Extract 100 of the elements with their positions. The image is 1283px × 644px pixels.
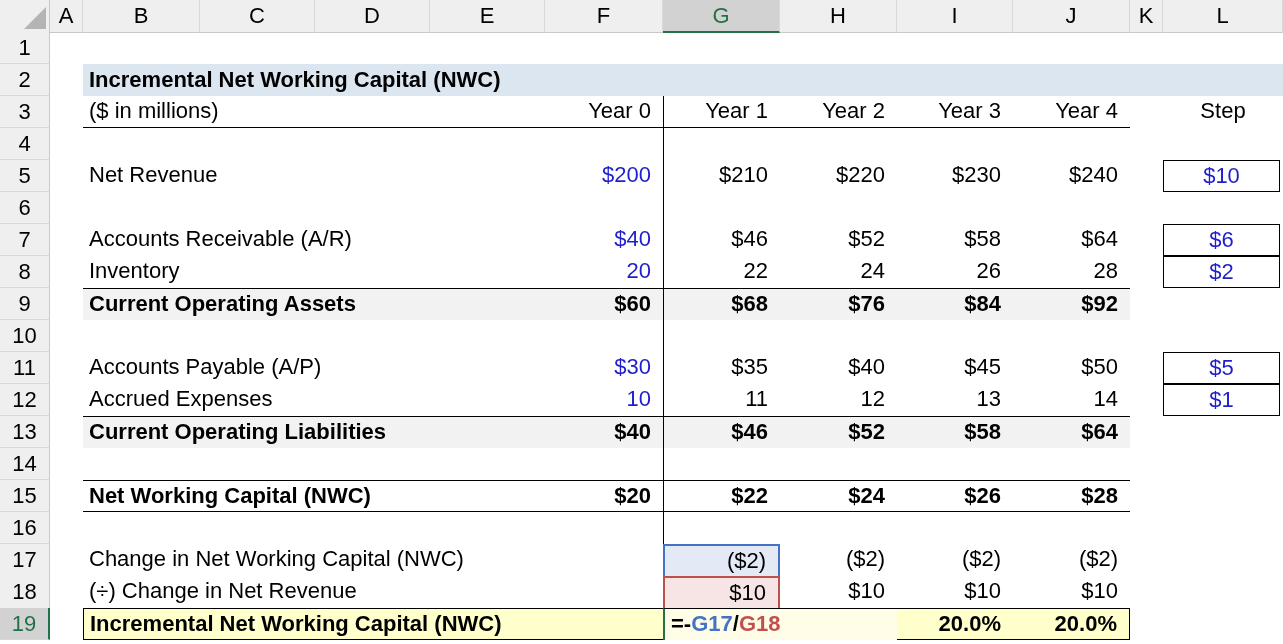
column-header[interactable]: A [50, 0, 83, 33]
table-cell: Current Operating Liabilities [83, 416, 545, 448]
table-cell-text: (÷) Change in Net Revenue [88, 577, 358, 605]
table-cell: $76 [780, 288, 897, 320]
table-cell-text: Change in Net Working Capital (NWC) [88, 545, 465, 573]
table-cell-text: $10 [963, 577, 1002, 605]
table-cell-text: ($2) [1077, 545, 1119, 573]
table-cell-text: Accrued Expenses [88, 385, 274, 413]
column-header[interactable]: G [663, 0, 780, 33]
table-cell: $46 [663, 416, 780, 448]
column-header[interactable]: I [897, 0, 1013, 33]
table-cell-text: Inventory [88, 257, 181, 285]
row-header[interactable]: 4 [0, 128, 50, 160]
table-cell: $24 [780, 480, 897, 512]
row-header[interactable]: 3 [0, 96, 50, 128]
table-cell: $60 [545, 288, 663, 320]
table-cell: Incremental Net Working Capital (NWC) [83, 64, 1283, 96]
formula-text[interactable]: =-G17/G18 [663, 608, 897, 640]
table-cell-text: $10 [847, 577, 886, 605]
row-header[interactable]: 14 [0, 448, 50, 480]
table-cell-text: 28 [1092, 257, 1119, 285]
table-cell: Year 4 [1013, 96, 1130, 128]
row-header[interactable]: 5 [0, 160, 50, 192]
table-cell: Year 2 [780, 96, 897, 128]
row-header[interactable]: 9 [0, 288, 50, 320]
row-header[interactable]: 1 [0, 32, 50, 64]
table-cell-text: 24 [859, 257, 886, 285]
table-cell: $26 [897, 480, 1013, 512]
table-cell: Year 0 [545, 96, 663, 128]
column-header[interactable]: D [315, 0, 430, 33]
column-header[interactable]: F [545, 0, 663, 33]
table-cell-text: $52 [847, 225, 886, 253]
table-cell: $52 [780, 416, 897, 448]
column-header[interactable]: L [1163, 0, 1283, 33]
table-cell-text: $50 [1080, 353, 1119, 381]
table-cell: $84 [897, 288, 1013, 320]
row-header[interactable]: 11 [0, 352, 50, 384]
table-cell-text: $64 [1080, 225, 1119, 253]
table-cell: Year 3 [897, 96, 1013, 128]
table-cell-text: 26 [975, 257, 1002, 285]
table-cell-text: $10 [1080, 577, 1119, 605]
table-cell-text: $30 [613, 353, 652, 381]
row-header[interactable]: 10 [0, 320, 50, 352]
row-header[interactable]: 16 [0, 512, 50, 544]
row-header[interactable]: 18 [0, 576, 50, 610]
table-cell-text: ($2) [844, 545, 886, 573]
table-cell-text: $45 [963, 353, 1002, 381]
table-cell-text: $40 [847, 353, 886, 381]
select-all-icon[interactable] [24, 7, 46, 29]
table-cell-text: 20 [625, 257, 652, 285]
row-header[interactable]: 2 [0, 64, 50, 96]
table-cell: $2 [1163, 256, 1280, 288]
table-cell-text: $58 [963, 225, 1002, 253]
table-cell: $68 [663, 288, 780, 320]
table-cell-text: ($2) [960, 545, 1002, 573]
table-cell-text: $220 [835, 161, 886, 189]
table-cell: Current Operating Assets [83, 288, 545, 320]
table-cell: Incremental Net Working Capital (NWC) [83, 608, 545, 640]
column-header[interactable]: K [1130, 0, 1163, 33]
table-cell-text: 13 [975, 385, 1002, 413]
table-cell: $5 [1163, 352, 1280, 384]
table-cell-text: 14 [1092, 385, 1119, 413]
table-cell: $6 [1163, 224, 1280, 256]
table-cell: Net Working Capital (NWC) [83, 480, 545, 512]
table-cell: $64 [1013, 416, 1130, 448]
row-header[interactable]: 12 [0, 384, 50, 416]
row-header[interactable]: 6 [0, 192, 50, 224]
row-header[interactable]: 19 [0, 608, 50, 640]
column-header[interactable]: J [1013, 0, 1130, 33]
table-cell: $20 [545, 480, 663, 512]
row-header[interactable]: 13 [0, 416, 50, 448]
table-cell: $10 [1163, 160, 1280, 192]
table-cell: $22 [663, 480, 780, 512]
table-cell: $28 [1013, 480, 1130, 512]
table-cell-text: $40 [613, 225, 652, 253]
table-cell-text: $240 [1068, 161, 1119, 189]
table-cell: ($2) [663, 544, 780, 578]
row-header[interactable]: 7 [0, 224, 50, 256]
table-cell: 20.0% [897, 608, 1013, 640]
table-cell: 20.0% [1013, 608, 1130, 640]
table-cell: $46 [663, 224, 780, 256]
table-cell: ($ in millions) [83, 96, 545, 128]
table-cell: $40 [545, 416, 663, 448]
row-header[interactable]: 15 [0, 480, 50, 512]
row-header[interactable]: 17 [0, 544, 50, 578]
table-cell-text: $230 [951, 161, 1002, 189]
table-cell-text: Accounts Receivable (A/R) [88, 225, 353, 253]
table-cell-text: $200 [601, 161, 652, 189]
column-header[interactable]: H [780, 0, 897, 33]
column-header[interactable]: C [200, 0, 315, 33]
table-cell: $1 [1163, 384, 1280, 416]
row-header[interactable]: 8 [0, 256, 50, 288]
table-cell-text: Net Revenue [88, 161, 219, 189]
table-cell-text: 12 [859, 385, 886, 413]
table-cell: $58 [897, 416, 1013, 448]
table-cell: Year 1 [663, 96, 780, 128]
table-cell: $92 [1013, 288, 1130, 320]
column-header[interactable]: B [83, 0, 200, 33]
column-header[interactable]: E [430, 0, 545, 33]
table-cell-text: Step [1199, 97, 1247, 125]
